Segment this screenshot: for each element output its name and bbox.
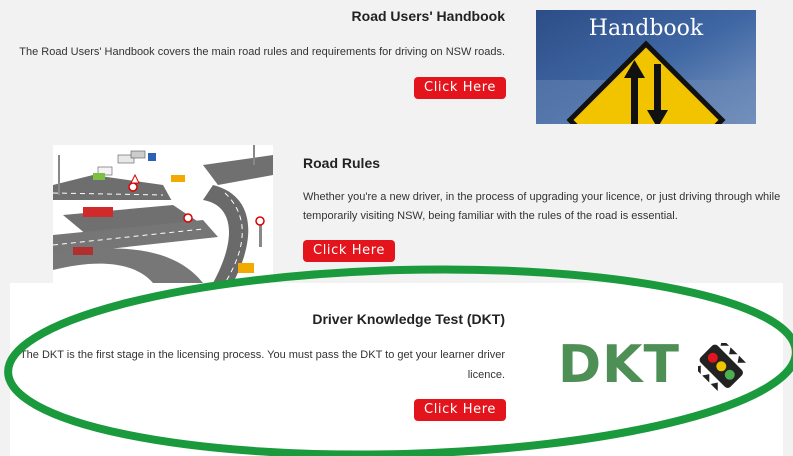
traffic-light-icon [698, 343, 746, 391]
dkt-description-line1: The DKT is the first stage in the licens… [19, 349, 505, 361]
handbook-title: Road Users' Handbook [351, 8, 505, 24]
dkt-logo-text: DKT [558, 335, 680, 395]
handbook-cover-text: Handbook [588, 16, 704, 41]
handbook-click-here-button[interactable]: Click Here [414, 77, 506, 99]
road-rules-title: Road Rules [303, 155, 381, 171]
handbook-description: The Road Users' Handbook covers the main… [19, 46, 505, 58]
dkt-title: Driver Knowledge Test (DKT) [312, 311, 505, 327]
road-rules-click-here-button[interactable]: Click Here [303, 240, 395, 262]
road-illustration-art [53, 145, 273, 283]
road-rules-description-line1: Whether you're a new driver, in the proc… [303, 191, 781, 203]
dkt-click-here-button[interactable]: Click Here [414, 399, 506, 421]
handbook-cover-image[interactable]: Handbook [536, 10, 756, 124]
road-rules-description-line2: temporarily visiting NSW, being familiar… [303, 210, 678, 222]
dkt-description-line2: licence. [467, 369, 505, 381]
dkt-logo-image[interactable]: DKT [536, 299, 756, 436]
road-rules-illustration[interactable] [53, 145, 273, 283]
